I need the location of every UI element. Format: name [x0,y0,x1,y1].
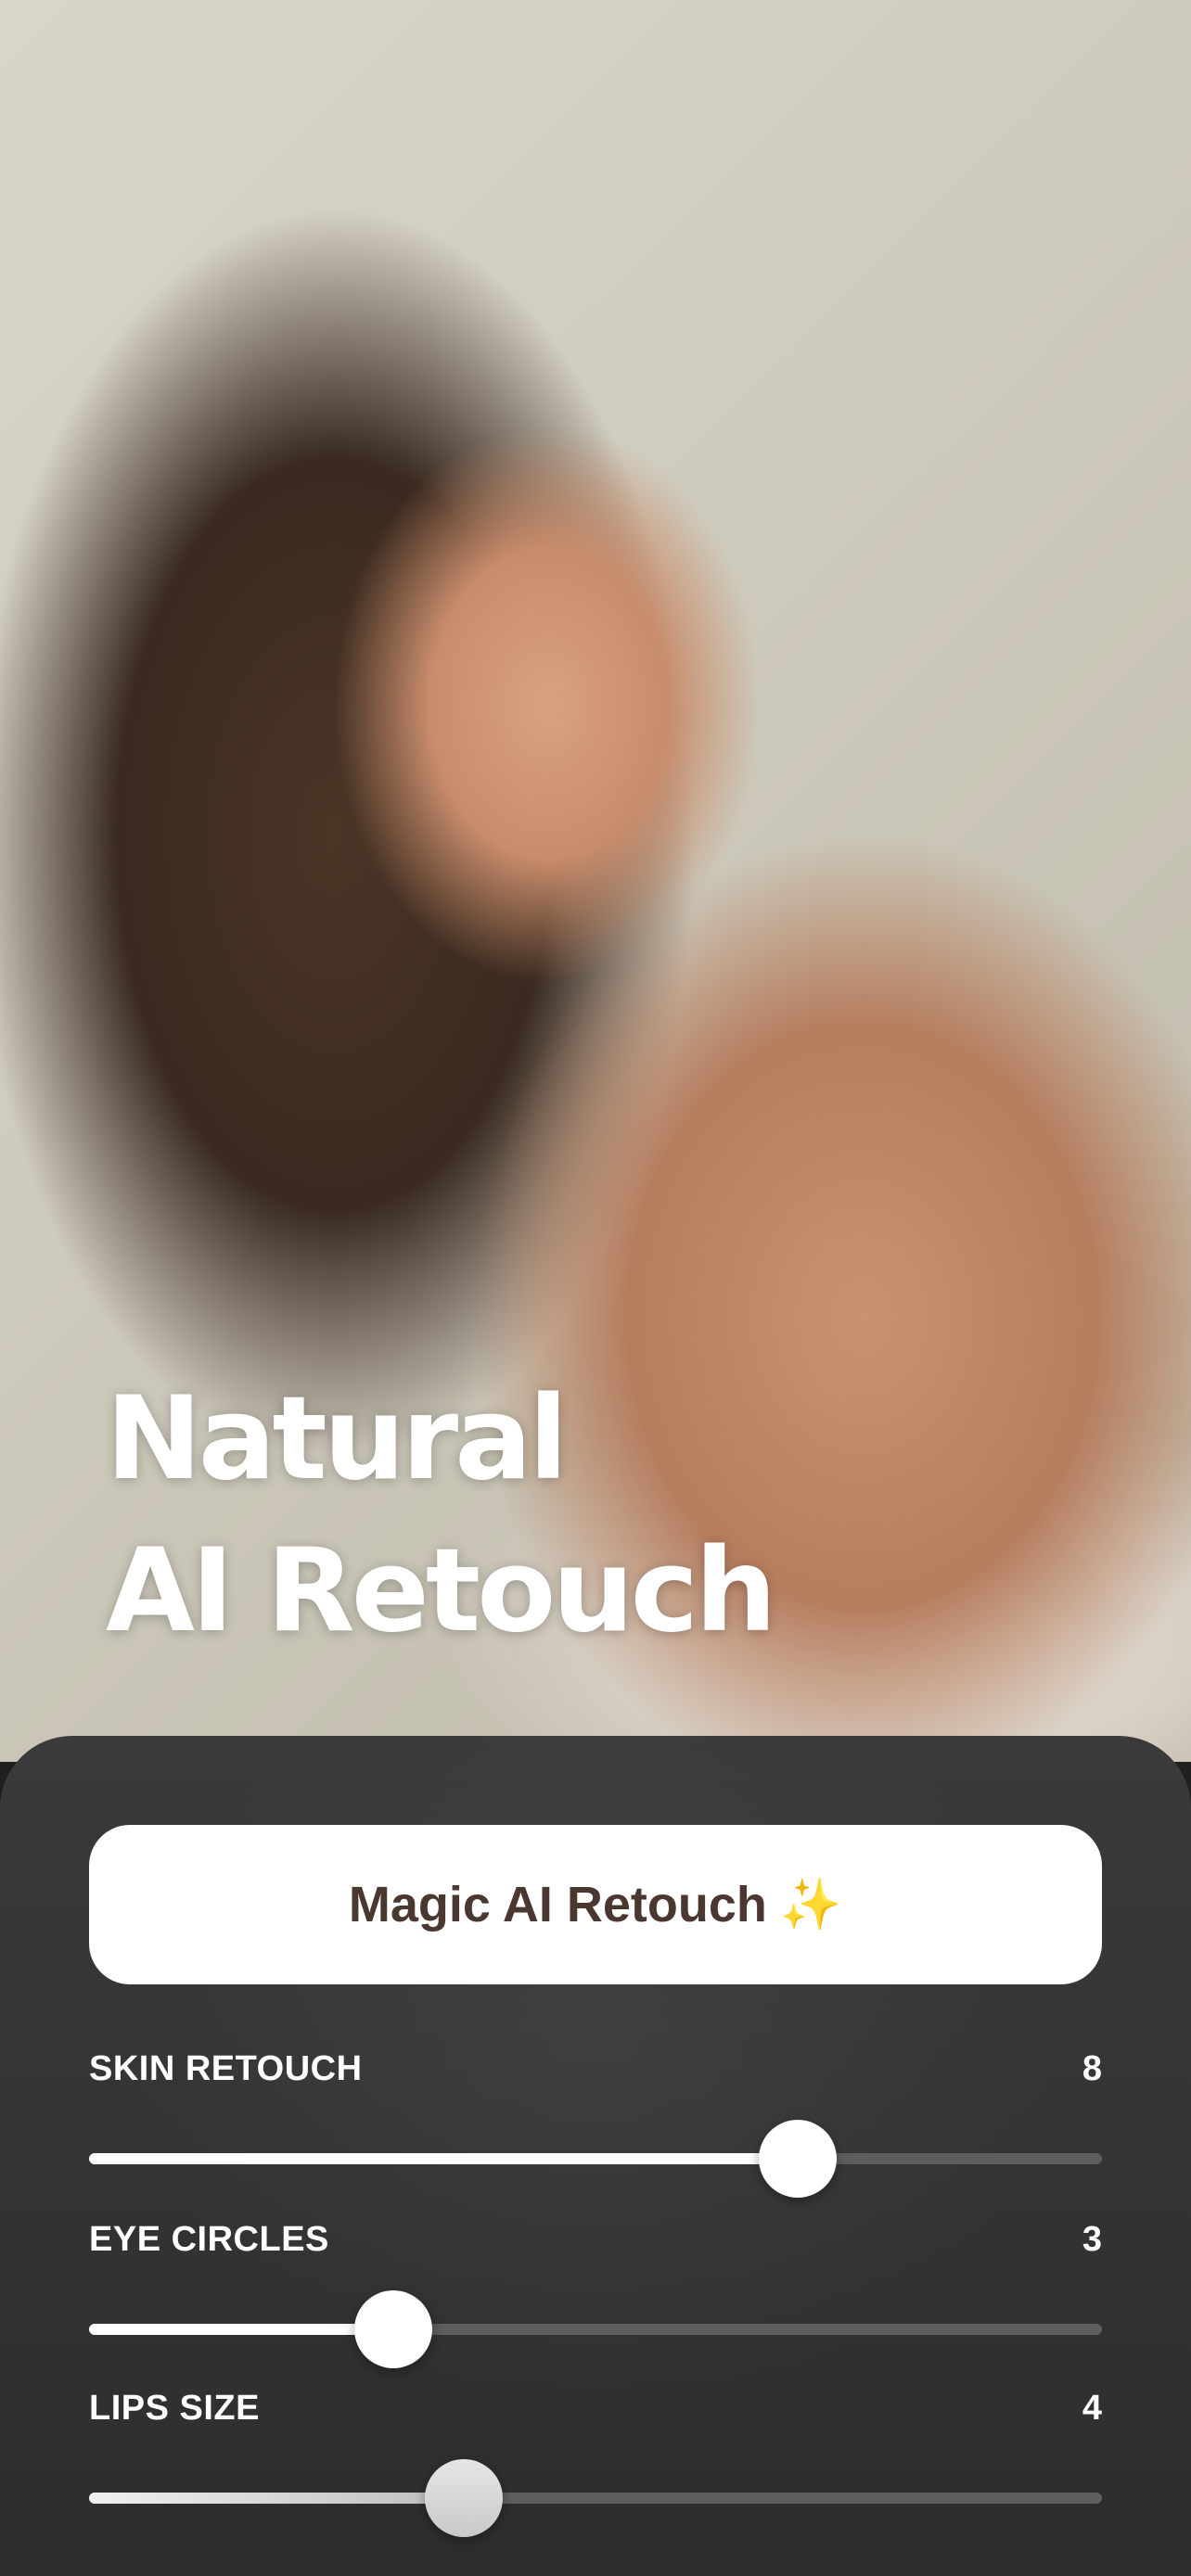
hero-title: Natural AI Retouch [106,1363,941,1667]
eye-circles-value: 3 [1082,2220,1102,2259]
lips-size-slider[interactable]: LIPS SIZE 4 [89,2389,1102,2537]
eye-circles-thumb[interactable] [354,2290,432,2368]
hero-title-line-1: Natural [106,1372,568,1506]
skin-retouch-fill [89,2153,798,2164]
skin-retouch-thumb[interactable] [759,2120,837,2198]
lips-size-fill [89,2493,464,2504]
eye-circles-track[interactable] [89,2290,1102,2368]
sparkles-icon: ✨ [779,1875,843,1933]
skin-retouch-track[interactable] [89,2120,1102,2198]
skin-retouch-label: SKIN RETOUCH [89,2049,363,2088]
app-screen: Natural AI Retouch Magic AI Retouch ✨ SK… [0,0,1191,2576]
retouch-panel: Magic AI Retouch ✨ SKIN RETOUCH 8 EYE CI… [0,1736,1191,2576]
lips-size-label: LIPS SIZE [89,2389,260,2428]
eye-circles-fill [89,2324,393,2335]
lips-size-value: 4 [1082,2389,1102,2428]
eye-circles-slider[interactable]: EYE CIRCLES 3 [89,2220,1102,2368]
eye-circles-label: EYE CIRCLES [89,2220,329,2259]
lips-size-thumb[interactable] [425,2459,503,2537]
skin-retouch-value: 8 [1082,2049,1102,2088]
lips-size-track[interactable] [89,2459,1102,2537]
magic-ai-retouch-button[interactable]: Magic AI Retouch ✨ [89,1825,1102,1984]
skin-retouch-slider[interactable]: SKIN RETOUCH 8 [89,2049,1102,2198]
magic-ai-retouch-label: Magic AI Retouch [348,1877,767,1932]
hero-title-line-2: AI Retouch [106,1524,776,1658]
